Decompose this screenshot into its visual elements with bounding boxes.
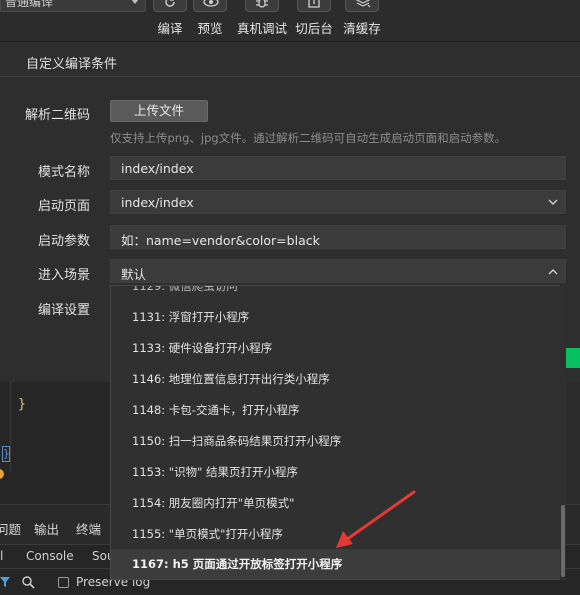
annotation-arrow-icon [336,490,416,548]
